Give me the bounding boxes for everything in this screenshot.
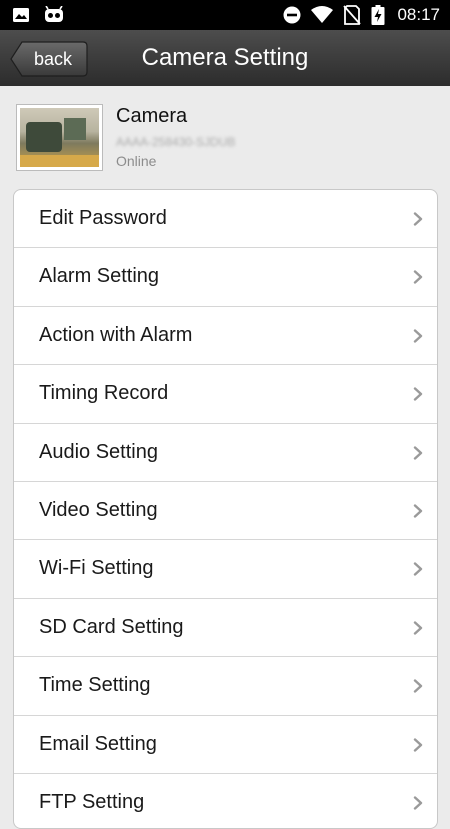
chevron-right-icon <box>413 562 423 577</box>
menu-item-timing-record[interactable]: Timing Record <box>14 365 437 424</box>
menu-item-wifi-setting[interactable]: Wi-Fi Setting <box>14 540 437 599</box>
header-bar: back Camera Setting <box>0 30 450 86</box>
android-debug-icon <box>44 6 64 24</box>
camera-snapshot-image <box>20 108 99 167</box>
menu-item-email-setting[interactable]: Email Setting <box>14 716 437 774</box>
chevron-right-icon <box>413 445 423 460</box>
menu-item-label: SD Card Setting <box>39 615 184 638</box>
menu-item-time-setting[interactable]: Time Setting <box>14 657 437 716</box>
menu-item-label: Action with Alarm <box>39 323 193 346</box>
chevron-right-icon <box>413 679 423 693</box>
chevron-right-icon <box>413 329 423 343</box>
chevron-right-icon <box>413 270 423 285</box>
chevron-right-icon <box>413 504 423 518</box>
menu-item-label: Audio Setting <box>39 440 158 463</box>
menu-item-label: Email Setting <box>39 732 157 755</box>
menu-item-ftp-setting[interactable]: FTP Setting <box>14 774 437 828</box>
menu-item-audio-setting[interactable]: Audio Setting <box>14 424 437 482</box>
camera-info: Camera AAAA-258430-SJDUB Online <box>0 86 450 186</box>
page-title-text: Camera Setting <box>141 44 309 71</box>
menu-item-label: Edit Password <box>39 207 167 229</box>
chevron-right-icon <box>413 737 423 752</box>
camera-name: Camera <box>116 105 188 127</box>
menu-item-label: Alarm Setting <box>39 265 160 288</box>
do-not-disturb-icon <box>283 6 301 24</box>
chevron-right-icon <box>413 212 423 226</box>
camera-thumbnail[interactable] <box>16 104 103 171</box>
wifi-icon <box>311 6 334 24</box>
status-time: 08:17 <box>397 5 440 24</box>
battery-charging-icon <box>371 5 385 25</box>
status-bar: 08:17 <box>0 0 450 30</box>
menu-item-video-setting[interactable]: Video Setting <box>14 482 437 541</box>
menu-item-label: FTP Setting <box>39 790 145 813</box>
menu-item-edit-password[interactable]: Edit Password <box>14 190 437 249</box>
menu-item-label: Timing Record <box>39 382 169 405</box>
chevron-right-icon <box>413 621 423 635</box>
no-sim-icon <box>343 5 362 25</box>
settings-menu: Edit Password Alarm Setting Action with … <box>13 189 438 829</box>
menu-item-label: Video Setting <box>39 498 158 521</box>
menu-item-action-with-alarm[interactable]: Action with Alarm <box>14 307 437 366</box>
camera-status: Online <box>116 153 157 169</box>
menu-item-label: Time Setting <box>39 674 151 697</box>
menu-item-label: Wi-Fi Setting <box>39 557 154 580</box>
camera-id: AAAA-258430-SJDUB <box>116 135 236 149</box>
chevron-right-icon <box>413 387 423 401</box>
menu-item-sd-card-setting[interactable]: SD Card Setting <box>14 599 437 658</box>
menu-item-alarm-setting[interactable]: Alarm Setting <box>14 248 437 307</box>
page-title: Camera Setting <box>0 44 450 72</box>
chevron-right-icon <box>413 796 423 810</box>
image-icon <box>12 7 30 23</box>
